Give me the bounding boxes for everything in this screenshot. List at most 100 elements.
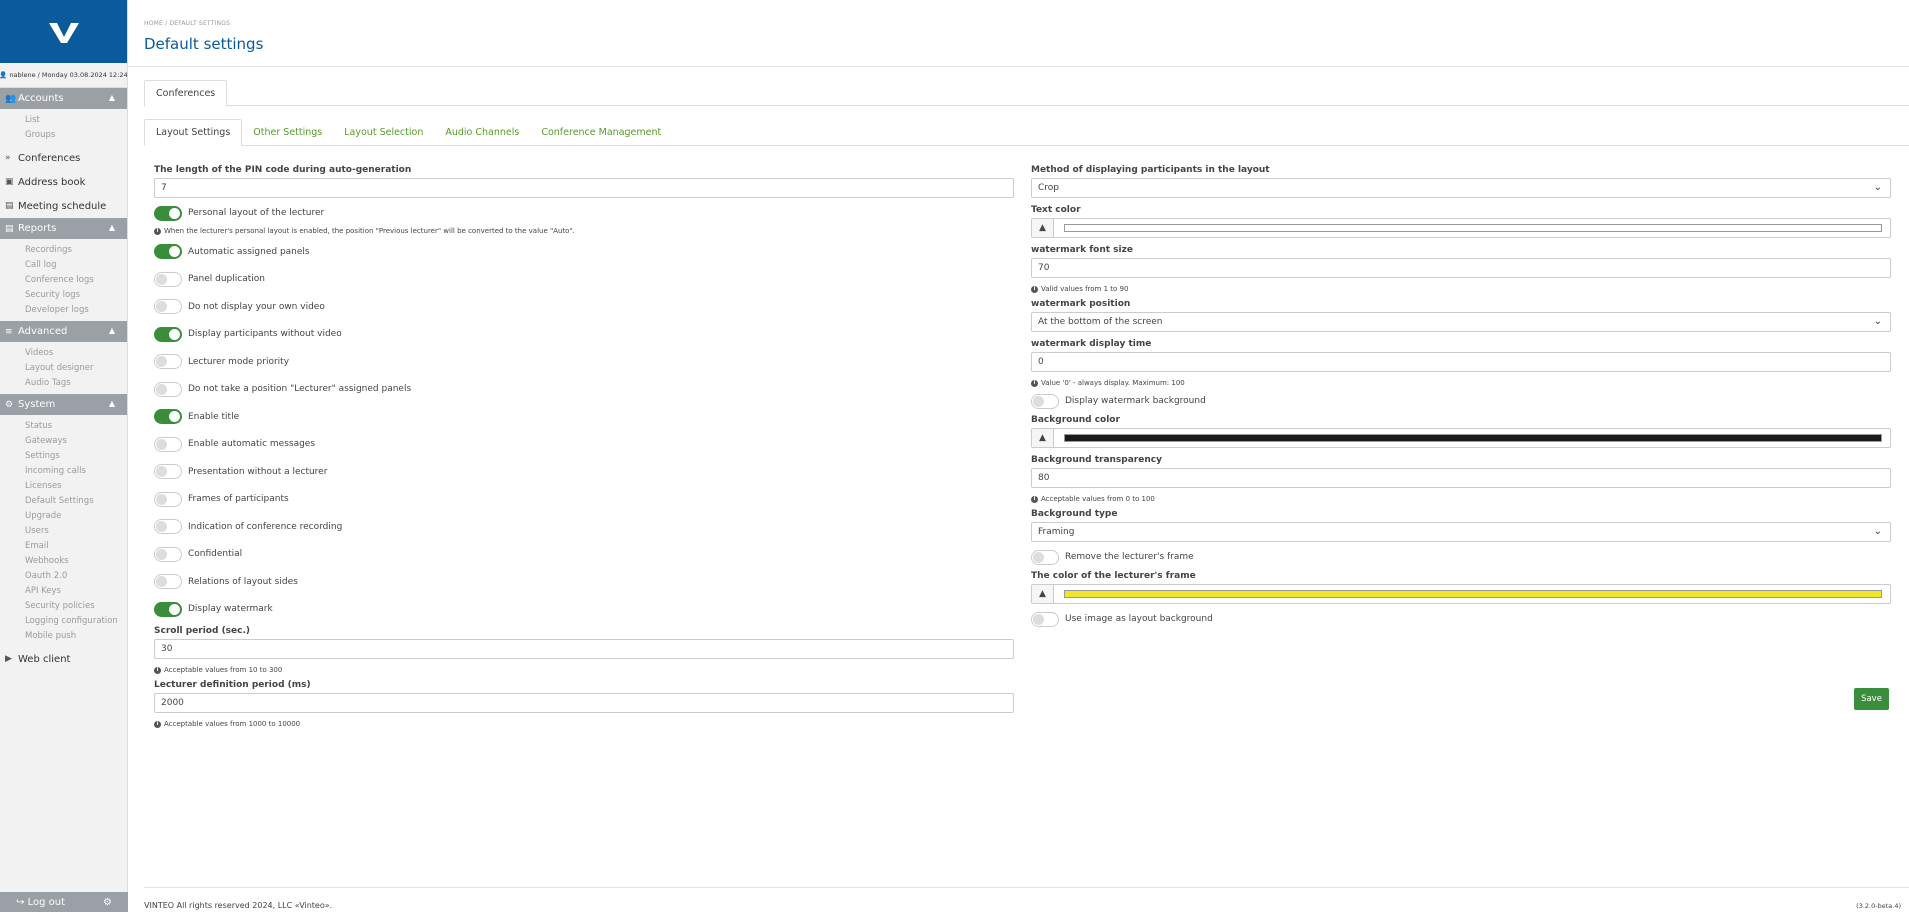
setting-toggle-label: Do not display your own video (188, 301, 325, 312)
setting-toggle[interactable] (154, 244, 182, 260)
text-color-picker[interactable]: ▲ (1031, 218, 1891, 238)
section-system[interactable]: ⚙ System ▲ (0, 394, 127, 415)
sidebar-item-groups[interactable]: Groups (0, 128, 127, 143)
toggle-row: Do not display your own video (154, 293, 1014, 321)
toggle-row-remove-frame: Remove the lecturer's frame (1031, 546, 1891, 568)
section-accounts[interactable]: 👥 Accounts ▲ (0, 88, 127, 109)
setting-toggle[interactable] (154, 574, 182, 590)
sidebar-item-licenses[interactable]: Licenses (0, 479, 127, 494)
color-picker-icon[interactable]: ▲ (1032, 219, 1054, 237)
sidebar-item-meeting-schedule[interactable]: ▤ Meeting schedule (0, 194, 127, 218)
sidebar-item-settings[interactable]: Settings (0, 449, 127, 464)
sidebar-item-status[interactable]: Status (0, 419, 127, 434)
personal-layout-toggle[interactable] (154, 205, 182, 221)
frame-color-swatch[interactable] (1064, 590, 1882, 598)
setting-toggle[interactable] (154, 299, 182, 315)
chevron-up-icon[interactable]: ▲ (109, 223, 115, 232)
remove-frame-toggle[interactable] (1031, 549, 1059, 565)
setting-toggle[interactable] (154, 601, 182, 617)
watermark-font-size-input[interactable]: 70 (1031, 258, 1891, 278)
section-advanced[interactable]: ≡ Advanced ▲ (0, 321, 127, 342)
section-reports[interactable]: ▤ Reports ▲ (0, 218, 127, 239)
setting-toggle-label: Enable automatic messages (188, 439, 316, 450)
color-picker-icon[interactable]: ▲ (1032, 429, 1054, 447)
tab-audio-channels[interactable]: Audio Channels (434, 119, 530, 145)
watermark-background-toggle[interactable] (1031, 393, 1059, 409)
tab-layout-settings[interactable]: Layout Settings (144, 119, 243, 146)
chevron-up-icon[interactable]: ▲ (109, 326, 115, 335)
sidebar-item-recordings[interactable]: Recordings (0, 243, 127, 258)
pin-length-input[interactable]: 7 (154, 178, 1014, 198)
sidebar-item-email[interactable]: Email (0, 539, 127, 554)
sidebar-item-conference-logs[interactable]: Conference logs (0, 273, 127, 288)
toggle-row: Frames of participants (154, 486, 1014, 514)
gear-icon[interactable]: ⚙ (103, 897, 112, 908)
sidebar-item-address-book[interactable]: ▣ Address book (0, 170, 127, 194)
setting-toggle[interactable] (154, 271, 182, 287)
display-method-label: Method of displaying participants in the… (1031, 165, 1270, 175)
watermark-position-select[interactable]: At the bottom of the screen ⌄ (1031, 312, 1891, 332)
sidebar-item-oauth[interactable]: Oauth 2.0 (0, 569, 127, 584)
text-color-label: Text color (1031, 205, 1081, 215)
setting-toggle[interactable] (154, 491, 182, 507)
calendar-icon: ▤ (5, 201, 14, 211)
color-picker-icon[interactable]: ▲ (1032, 585, 1054, 603)
sidebar-item-layout-designer[interactable]: Layout designer (0, 361, 127, 376)
watermark-display-time-input[interactable]: 0 (1031, 352, 1891, 372)
background-type-select[interactable]: Framing ⌄ (1031, 522, 1891, 542)
accounts-list: List Groups (0, 109, 127, 146)
background-transparency-input[interactable]: 80 (1031, 468, 1891, 488)
info-icon: i (1031, 285, 1038, 293)
background-color-swatch[interactable] (1064, 434, 1882, 442)
sidebar-item-logging-configuration[interactable]: Logging configuration (0, 614, 127, 629)
sidebar-item-videos[interactable]: Videos (0, 346, 127, 361)
sidebar-item-webhooks[interactable]: Webhooks (0, 554, 127, 569)
sidebar-item-web-client[interactable]: ▶ Web client (0, 647, 127, 671)
setting-toggle[interactable] (154, 354, 182, 370)
text-color-swatch[interactable] (1064, 224, 1882, 232)
setting-toggle[interactable] (154, 519, 182, 535)
sidebar-item-developer-logs[interactable]: Developer logs (0, 303, 127, 318)
setting-toggle[interactable] (154, 436, 182, 452)
scroll-period-hint: i Acceptable values from 10 to 300 (154, 663, 1014, 677)
sidebar-item-api-keys[interactable]: API Keys (0, 584, 127, 599)
tab-conference-management[interactable]: Conference Management (530, 119, 672, 145)
breadcrumb[interactable]: HOME / DEFAULT SETTINGS (144, 20, 230, 27)
sidebar-item-users[interactable]: Users (0, 524, 127, 539)
setting-toggle-label: Frames of participants (188, 494, 289, 505)
frame-color-picker[interactable]: ▲ (1031, 584, 1891, 604)
save-button[interactable]: Save (1854, 688, 1889, 710)
logo[interactable] (0, 0, 127, 63)
lecturer-period-input[interactable]: 2000 (154, 693, 1014, 713)
tab-layout-selection[interactable]: Layout Selection (333, 119, 434, 145)
chevron-up-icon[interactable]: ▲ (109, 93, 115, 102)
sidebar-item-incoming-calls[interactable]: Incoming calls (0, 464, 127, 479)
sidebar-item-security-logs[interactable]: Security logs (0, 288, 127, 303)
background-color-picker[interactable]: ▲ (1031, 428, 1891, 448)
tab-conferences[interactable]: Conferences (144, 80, 228, 107)
tab-other-settings[interactable]: Other Settings (242, 119, 333, 145)
chevron-up-icon[interactable]: ▲ (109, 399, 115, 408)
setting-toggle-label: Display watermark (188, 604, 273, 615)
lecturer-period-hint: i Acceptable values from 1000 to 10000 (154, 717, 1014, 731)
sidebar-item-gateways[interactable]: Gateways (0, 434, 127, 449)
sidebar-item-security-policies[interactable]: Security policies (0, 599, 127, 614)
sidebar-item-conferences[interactable]: » Conferences (0, 146, 127, 170)
sidebar-item-audio-tags[interactable]: Audio Tags (0, 376, 127, 391)
setting-toggle[interactable] (154, 381, 182, 397)
top-tabs: Conferences (144, 80, 1909, 107)
setting-toggle[interactable] (154, 546, 182, 562)
sidebar-item-default-settings[interactable]: Default Settings (0, 494, 127, 509)
sidebar-item-call-log[interactable]: Call log (0, 258, 127, 273)
setting-toggle[interactable] (154, 409, 182, 425)
sidebar-item-upgrade[interactable]: Upgrade (0, 509, 127, 524)
logout-button[interactable]: ↪ Log out (16, 897, 65, 908)
display-method-select[interactable]: Crop ⌄ (1031, 178, 1891, 198)
setting-toggle[interactable] (154, 464, 182, 480)
sidebar-item-mobile-push[interactable]: Mobile push (0, 629, 127, 644)
use-image-toggle[interactable] (1031, 611, 1059, 627)
sidebar-item-list[interactable]: List (0, 113, 127, 128)
setting-toggle[interactable] (154, 326, 182, 342)
scroll-period-input[interactable]: 30 (154, 639, 1014, 659)
frame-color-label: The color of the lecturer's frame (1031, 571, 1196, 581)
